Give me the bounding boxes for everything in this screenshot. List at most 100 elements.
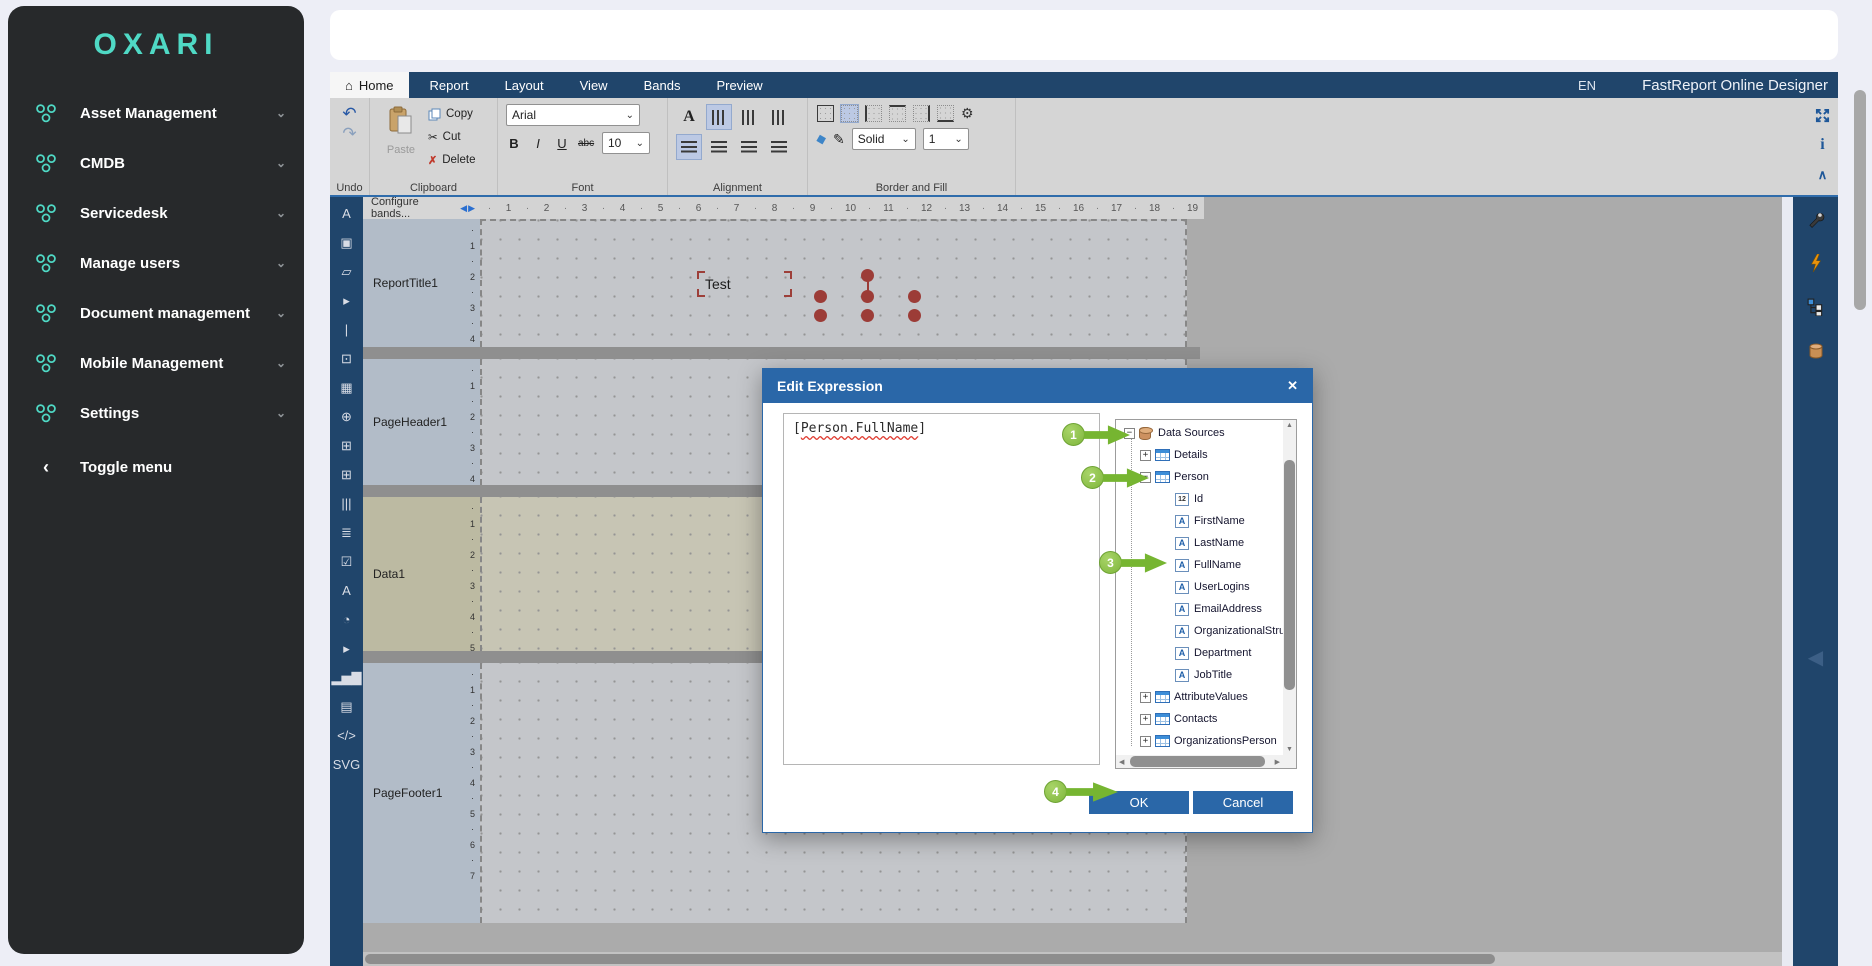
richtext-object-icon[interactable]: ≣ [335,518,359,547]
shape-more-icon[interactable]: ▸ [335,286,359,315]
vertical-align-bottom-button[interactable] [766,104,792,130]
tree-item-data-sources[interactable]: − Data Sources [1116,422,1283,444]
map-object-icon[interactable]: ⊕ [335,402,359,431]
drag-handle[interactable] [814,309,827,322]
tree-item-id[interactable]: Id [1116,488,1283,510]
advanced-matrix-object-icon[interactable]: ⊞ [335,460,359,489]
ribbon-tab[interactable]: View [559,72,623,98]
document-management-icon[interactable]: Document management ⌄ [8,288,304,338]
collapse-ribbon-icon[interactable]: ∧ [1818,167,1828,183]
data-sources-database-icon[interactable] [1793,329,1838,373]
border-left-button[interactable] [864,104,883,123]
copy-button[interactable]: Copy [428,104,475,124]
chart-object-icon[interactable]: ▂▅▇ [335,663,359,692]
align-justify-button[interactable] [766,134,792,160]
drag-handle[interactable] [861,269,874,282]
underline-button[interactable]: U [554,136,570,151]
border-settings-button[interactable]: ⚙ [960,104,975,123]
ribbon-tab[interactable]: ⌂ Home [330,72,409,98]
fullscreen-icon[interactable] [1815,108,1830,123]
tree-item-attributevalues[interactable]: + AttributeValues [1116,686,1283,708]
border-right-button[interactable] [912,104,931,123]
drag-handle[interactable] [861,290,874,303]
drag-handle[interactable] [814,290,827,303]
paste-button[interactable]: Paste [378,104,424,179]
canvas-scrollbar-thumb[interactable] [365,954,1495,964]
scroll-left-icon[interactable]: ◀ [1119,758,1124,766]
tree-expander[interactable]: + [1140,692,1151,703]
fill-color-button[interactable]: ◆ [814,130,828,148]
tree-item-contacts[interactable]: + Contacts [1116,708,1283,730]
scroll-down-icon[interactable]: ▼ [1286,746,1293,753]
text-object-icon[interactable]: A [335,199,359,228]
asset-management-icon[interactable]: Asset Management ⌄ [8,88,304,138]
dialog-header[interactable]: Edit Expression ✕ [763,369,1312,403]
vertical-align-middle-button[interactable] [736,104,762,130]
gauge-more-icon[interactable]: ▸ [335,634,359,663]
test-text-object[interactable]: Test [697,271,792,297]
barcode-object-icon[interactable]: ||| [335,489,359,518]
drag-handle[interactable] [908,290,921,303]
table-object-icon[interactable]: ▦ [335,373,359,402]
cut-button[interactable]: ✂ Cut [428,127,475,147]
info-icon[interactable]: i [1820,136,1824,154]
canvas-horizontal-scrollbar[interactable] [363,952,1782,966]
report-tree-icon[interactable] [1793,285,1838,329]
band-page-area[interactable] [480,219,1187,347]
border-none-button[interactable] [840,104,859,123]
tree-expander[interactable]: + [1140,736,1151,747]
manage-users-icon[interactable]: Manage users ⌄ [8,238,304,288]
picture-object-icon[interactable]: ▣ [335,228,359,257]
properties-wrench-icon[interactable] [1793,197,1838,241]
italic-button[interactable]: I [530,136,546,151]
tree-hscroll-thumb[interactable] [1130,756,1265,767]
tree-vertical-scrollbar[interactable]: ▲ ▼ [1283,420,1296,755]
gauge-object-icon[interactable]: ◔ [335,605,359,634]
align-left-button[interactable] [676,134,702,160]
cmdb-icon[interactable]: CMDB ⌄ [8,138,304,188]
vertical-align-top-button[interactable] [706,104,732,130]
configure-bands-button[interactable]: Configure bands... ◀▶ [363,197,480,219]
page-scrollbar-thumb[interactable] [1854,90,1866,310]
cancel-button[interactable]: Cancel [1193,791,1293,814]
textbox-object-icon[interactable]: A [335,576,359,605]
ribbon-tab[interactable]: Bands [623,72,696,98]
scroll-up-icon[interactable]: ▲ [1286,422,1293,429]
servicedesk-icon[interactable]: Servicedesk ⌄ [8,188,304,238]
tree-item-userlogins[interactable]: UserLogins [1116,576,1283,598]
line-color-button[interactable]: ✎ [833,131,845,148]
redo-button[interactable]: ↷ [338,124,361,144]
band-label[interactable]: PageHeader1 · 1 · 2 · 3 · 4 [363,359,480,485]
undo-button[interactable]: ↶ [338,104,361,124]
tree-item-organizationsperson[interactable]: + OrganizationsPerson [1116,730,1283,752]
tree-expander[interactable]: + [1140,714,1151,725]
stamp-object-icon[interactable]: ▤ [335,692,359,721]
border-top-button[interactable] [888,104,907,123]
collapse-panel-icon[interactable]: ◀ [1793,645,1838,670]
tree-expander[interactable]: + [1140,450,1151,461]
tree-item-jobtitle[interactable]: JobTitle [1116,664,1283,686]
tree-item-details[interactable]: + Details [1116,444,1283,466]
shape-object-icon[interactable]: ▱ [335,257,359,286]
border-style-select[interactable]: Solid ⌄ [852,128,916,150]
tree-item-emailaddress[interactable]: EmailAddress [1116,598,1283,620]
tree-item-department[interactable]: Department [1116,642,1283,664]
settings-icon[interactable]: Settings ⌄ [8,388,304,438]
delete-button[interactable]: ✗ Delete [428,150,475,170]
svg-object-icon[interactable]: SVG [335,750,359,779]
expression-editor[interactable]: [Person.FullName] [783,413,1100,765]
font-color-button[interactable]: A [676,104,702,130]
checkbox-object-icon[interactable]: ☑ [335,547,359,576]
ribbon-tab[interactable]: Preview [695,72,777,98]
drag-handle[interactable] [861,309,874,322]
ribbon-tab[interactable]: Report [409,72,484,98]
align-center-button[interactable] [706,134,732,160]
scroll-right-icon[interactable]: ▶ [1275,758,1280,766]
language-selector[interactable]: EN [1578,78,1596,93]
drag-handle[interactable] [908,309,921,322]
tree-item-organizationalstructure[interactable]: OrganizationalStructu [1116,620,1283,642]
bold-button[interactable]: B [506,136,522,151]
border-width-select[interactable]: 1 ⌄ [923,128,969,150]
tree-horizontal-scrollbar[interactable]: ◀ ▶ [1116,755,1283,768]
band-pager-arrows-icon[interactable]: ◀▶ [460,203,476,214]
